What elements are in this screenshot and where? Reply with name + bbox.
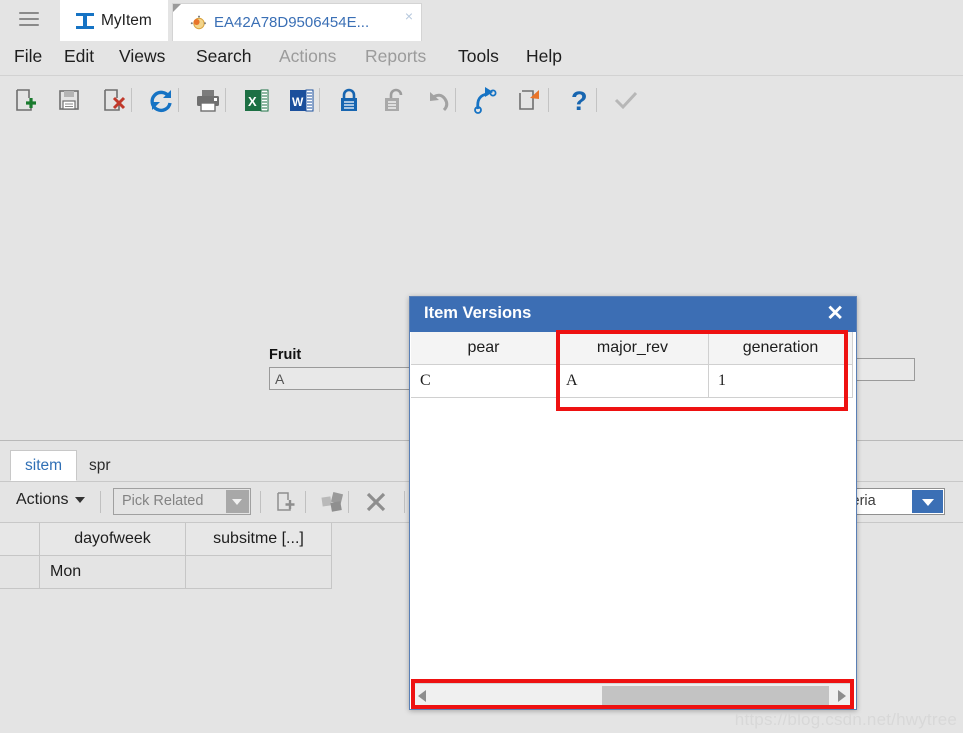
hamburger-menu-icon[interactable] — [19, 12, 39, 28]
scroll-left-arrow-icon[interactable] — [418, 690, 426, 702]
column-header-dayofweek[interactable]: dayofweek — [40, 523, 186, 556]
menu-item-edit[interactable]: Edit — [64, 46, 94, 67]
column-header-rownum[interactable] — [0, 523, 40, 556]
toolbar-separator — [319, 88, 320, 112]
svg-text:W: W — [292, 95, 304, 109]
item-versions-dialog: Item Versions ✕ pear major_rev generatio… — [409, 296, 857, 710]
save-icon[interactable] — [53, 84, 85, 116]
dialog-title-bar: Item Versions ✕ — [410, 297, 856, 332]
column-header-generation[interactable]: generation — [709, 332, 853, 365]
cell-subsitme[interactable] — [186, 556, 332, 589]
chevron-down-icon[interactable] — [912, 490, 943, 513]
i-logo-icon — [76, 12, 94, 29]
close-icon[interactable]: ✕ — [826, 302, 844, 325]
column-header-subsitme[interactable]: subsitme [...] — [186, 523, 332, 556]
toolbar-separator — [260, 491, 261, 513]
document-tab[interactable]: EA42A78D9506454E... × — [172, 3, 422, 42]
toolbar-separator — [404, 491, 405, 513]
tab-sitem-label: sitem — [25, 456, 63, 474]
excel-icon[interactable]: X — [240, 84, 272, 116]
toolbar-separator — [348, 491, 349, 513]
scrollbar-thumb[interactable] — [602, 686, 829, 706]
item-versions-grid: pear major_rev generation C A 1 — [411, 332, 853, 398]
dialog-horizontal-scrollbar[interactable] — [411, 683, 853, 708]
cell-major-rev[interactable]: A — [557, 365, 709, 398]
toolbar-separator — [225, 88, 226, 112]
undo-icon[interactable] — [422, 84, 454, 116]
column-header-major-rev[interactable]: major_rev — [557, 332, 709, 365]
dialog-empty-area — [411, 433, 853, 675]
help-icon[interactable]: ? — [562, 84, 594, 116]
chevron-down-icon[interactable] — [226, 490, 249, 513]
copy-icon[interactable] — [513, 84, 545, 116]
toolbar-separator — [455, 88, 456, 112]
menu-bar: File Edit Views Search Actions Reports T… — [0, 41, 963, 76]
print-icon[interactable] — [192, 84, 224, 116]
remove-row-icon[interactable] — [362, 488, 390, 516]
dialog-title: Item Versions — [424, 304, 532, 322]
tab-spr[interactable]: spr — [75, 450, 125, 481]
document-tab-label: EA42A78D9506454E... — [214, 14, 370, 31]
tab-strip: MyItem EA42A78D9506454E... × — [0, 0, 963, 42]
menu-item-actions[interactable]: Actions — [279, 46, 336, 67]
menu-item-tools[interactable]: Tools — [458, 46, 499, 67]
watermark-text: https://blog.csdn.net/hwytree — [734, 710, 957, 729]
add-row-icon[interactable] — [272, 488, 300, 516]
toolbar-separator — [596, 88, 597, 112]
check-icon[interactable] — [609, 84, 641, 116]
tab-sitem[interactable]: sitem — [10, 450, 78, 481]
actions-label: Actions — [16, 491, 69, 508]
close-icon[interactable]: × — [405, 9, 413, 23]
menu-item-help[interactable]: Help — [526, 46, 562, 67]
cell-dayofweek[interactable]: Mon — [40, 556, 186, 589]
pick-related-value: Pick Related — [122, 493, 204, 509]
toolbar-separator — [305, 491, 306, 513]
table-header-row: pear major_rev generation — [411, 332, 853, 365]
item-globe-icon — [190, 15, 206, 31]
menu-item-search[interactable]: Search — [196, 46, 251, 67]
column-header-pear[interactable]: pear — [411, 332, 557, 365]
toolbar-separator — [131, 88, 132, 112]
main-toolbar: X W ? — [0, 76, 963, 124]
toolbar-separator — [548, 88, 549, 112]
delete-icon[interactable] — [97, 84, 129, 116]
word-icon[interactable]: W — [285, 84, 317, 116]
svg-text:?: ? — [571, 86, 588, 116]
menu-item-reports[interactable]: Reports — [365, 46, 426, 67]
svg-text:X: X — [248, 94, 257, 109]
menu-item-views[interactable]: Views — [119, 46, 165, 67]
revise-icon[interactable] — [468, 84, 500, 116]
pick-related-select[interactable]: Pick Related — [113, 488, 251, 515]
menu-item-file[interactable]: File — [14, 46, 42, 67]
tab-corner-marker — [173, 4, 181, 12]
toolbar-separator — [100, 491, 101, 513]
application-window: MyItem EA42A78D9506454E... × File Edit V… — [0, 0, 963, 733]
table-row[interactable]: C A 1 — [411, 365, 853, 398]
new-icon[interactable] — [9, 84, 41, 116]
cell-generation[interactable]: 1 — [709, 365, 853, 398]
cell-rownum[interactable] — [0, 556, 40, 589]
cell-pear[interactable]: C — [411, 365, 557, 398]
actions-dropdown-button[interactable]: Actions — [16, 491, 86, 509]
tab-spr-label: spr — [89, 456, 111, 474]
chevron-down-icon — [75, 497, 86, 503]
relations-icon[interactable] — [318, 488, 346, 516]
app-tab-myitem[interactable]: MyItem — [60, 0, 168, 41]
toolbar-separator — [178, 88, 179, 112]
scroll-right-arrow-icon[interactable] — [838, 690, 846, 702]
refresh-icon[interactable] — [145, 84, 177, 116]
lock-icon[interactable] — [333, 84, 365, 116]
unlock-icon[interactable] — [377, 84, 409, 116]
app-tab-label: MyItem — [101, 11, 152, 29]
